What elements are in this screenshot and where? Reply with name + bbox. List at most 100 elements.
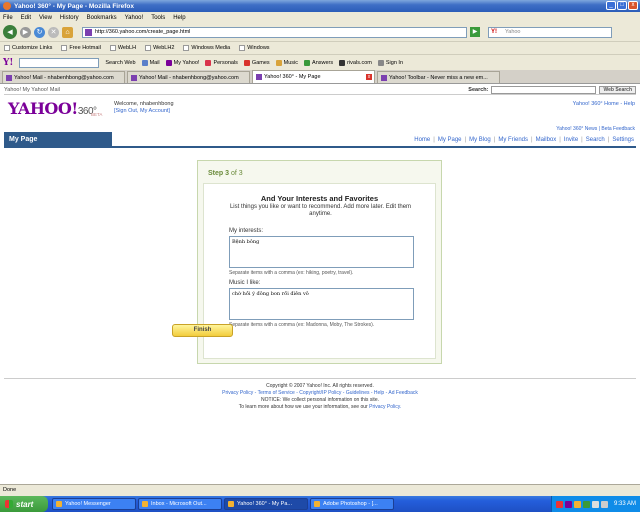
bookmark-item[interactable]: Free Hotmail <box>61 45 101 51</box>
page-icon <box>239 45 246 51</box>
welcome-block: Welcome, nhabenhbong [Sign Out, My Accou… <box>114 101 174 115</box>
privacy-notice: NOTICE: We collect personal information … <box>260 397 379 403</box>
web-search-input[interactable] <box>491 86 597 94</box>
menu-bookmarks[interactable]: Bookmarks <box>87 15 117 21</box>
nav-home[interactable]: Home <box>414 137 430 143</box>
search-label: Search: <box>468 87 489 93</box>
bookmarks-toolbar: Customize Links Free Hotmail WebLH WebLH… <box>0 41 640 54</box>
task-outlook[interactable]: Inbox - Microsoft Out... <box>138 498 222 510</box>
nav-search[interactable]: Search <box>586 137 605 143</box>
maximize-button[interactable]: □ <box>617 1 627 10</box>
yt-music[interactable]: Music <box>275 59 298 66</box>
close-button[interactable]: x <box>628 1 638 10</box>
yt-personals[interactable]: Personals <box>205 59 238 66</box>
reload-icon[interactable]: ↻ <box>34 26 45 38</box>
menu-yahoo[interactable]: Yahoo! <box>125 15 144 21</box>
footer-links[interactable]: Privacy Policy - Terms of Service - Copy… <box>0 390 640 397</box>
page-icon <box>4 45 10 51</box>
nav-settings[interactable]: Settings <box>612 137 634 143</box>
bookmark-item[interactable]: Windows Media <box>183 45 230 51</box>
bookmark-item[interactable]: WebLH2 <box>145 45 174 51</box>
task-photoshop[interactable]: Adobe Photoshop - [... <box>310 498 394 510</box>
menu-tools[interactable]: Tools <box>151 15 165 21</box>
footer-divider <box>4 378 636 379</box>
yt-sign-in[interactable]: Sign In <box>377 59 403 66</box>
yt-games[interactable]: Games <box>243 59 270 66</box>
yahoo-toolbar-search-input[interactable] <box>19 57 100 68</box>
copyright-text: Copyright © 2007 Yahoo! Inc. All rights … <box>266 383 374 389</box>
tab-yahoo-360[interactable]: Yahoo! 360° - My Page x <box>252 70 375 83</box>
top-links[interactable]: Yahoo! 360° Home - Help <box>573 101 635 107</box>
tray-icon[interactable] <box>573 500 581 508</box>
status-bar: Done <box>0 484 640 496</box>
step-heading: And Your Interests and Favorites <box>260 194 379 203</box>
page-icon <box>61 45 68 51</box>
answers-icon <box>304 59 311 66</box>
tab-yahoo-mail-2[interactable]: Yahoo! Mail - nhabenhbong@yahoo.com <box>127 71 250 83</box>
yt-answers[interactable]: Answers <box>304 59 333 66</box>
privacy-learn-more: To learn more about how we use your info… <box>238 404 402 410</box>
back-arrow-icon[interactable]: ◀ <box>3 25 17 39</box>
yt-my-yahoo[interactable]: My Yahoo! <box>165 59 199 66</box>
url-input[interactable]: http://360.yahoo.com/create_page.html <box>82 26 467 38</box>
nav-mailbox[interactable]: Mailbox <box>536 137 557 143</box>
browser-search-input[interactable]: Yahoo <box>488 26 612 38</box>
menu-help[interactable]: Help <box>173 15 185 21</box>
tab-close-icon[interactable]: x <box>366 74 372 80</box>
yahoo-360-logo[interactable]: YAHOO!360° <box>8 99 97 118</box>
menu-file[interactable]: File <box>3 15 13 21</box>
menu-edit[interactable]: Edit <box>21 15 31 21</box>
tray-icon[interactable] <box>591 500 599 508</box>
volume-icon[interactable] <box>600 500 608 508</box>
yahoo-toolbar-logo[interactable]: Y! <box>3 58 13 68</box>
task-yahoo-messenger[interactable]: Yahoo! Messenger <box>52 498 136 510</box>
music-textarea[interactable]: chờ hồi ý đông bon rồi điên vô <box>229 288 414 320</box>
nav-my-friends[interactable]: My Friends <box>498 137 528 143</box>
mypage-title: My Page <box>4 132 112 147</box>
forward-arrow-icon[interactable]: ▶ <box>20 26 31 38</box>
finish-button[interactable]: Finish <box>172 324 233 337</box>
account-links[interactable]: [Sign Out, My Account] <box>114 108 174 115</box>
yahoo-toolbar: Y! Search Web Mail My Yahoo! Personals G… <box>0 54 640 70</box>
news-feedback-links[interactable]: Yahoo! 360° News | Beta Feedback <box>556 126 635 132</box>
web-page: Yahoo! My Yahoo! Mail Search: Web Search… <box>0 84 640 484</box>
heart-icon <box>205 59 212 66</box>
mail-icon <box>141 59 148 66</box>
tray-icon[interactable] <box>582 500 590 508</box>
stop-icon[interactable]: ✕ <box>48 26 59 38</box>
task-firefox[interactable]: Yahoo! 360° - My Pa... <box>224 498 308 510</box>
tab-yahoo-mail-1[interactable]: Yahoo! Mail - nhabenhbong@yahoo.com <box>2 71 125 83</box>
bookmark-item[interactable]: WebLH <box>109 45 136 51</box>
navigation-toolbar: ◀ ▶ ↻ ✕ ⌂ http://360.yahoo.com/create_pa… <box>0 23 640 41</box>
sign-in-icon <box>377 59 384 66</box>
page-icon <box>109 45 116 51</box>
yt-mail[interactable]: Mail <box>141 59 160 66</box>
privacy-policy-link[interactable]: Privacy Policy. <box>369 404 401 410</box>
nav-my-blog[interactable]: My Blog <box>469 137 491 143</box>
yt-rivals[interactable]: rivals.com <box>339 59 372 66</box>
step-form: And Your Interests and Favorites List th… <box>203 183 436 359</box>
tray-icon[interactable] <box>555 500 563 508</box>
page-nav-links: Home | My Page | My Blog | My Friends | Mail… <box>414 136 634 143</box>
home-icon[interactable]: ⌂ <box>62 26 73 38</box>
page-icon <box>183 45 190 51</box>
web-search-button[interactable]: Web Search <box>599 86 636 94</box>
minimize-button[interactable]: _ <box>606 1 616 10</box>
tab-yahoo-toolbar[interactable]: Yahoo! Toolbar - Never miss a new em... <box>377 71 500 83</box>
menu-view[interactable]: View <box>39 15 52 21</box>
tray-icon[interactable] <box>564 500 572 508</box>
start-button[interactable]: start <box>0 496 48 512</box>
menu-history[interactable]: History <box>60 15 79 21</box>
windows-logo-icon <box>5 500 13 508</box>
go-button[interactable]: ▶ <box>470 27 480 37</box>
interests-label: My interests: <box>229 228 264 234</box>
system-tray: 9:33 AM <box>550 496 640 512</box>
header-links[interactable]: Yahoo! My Yahoo! Mail <box>4 87 60 93</box>
clock: 9:33 AM <box>613 501 636 507</box>
bookmark-item[interactable]: Customize Links <box>4 45 52 51</box>
bookmark-item[interactable]: Windows <box>239 45 270 51</box>
nav-invite[interactable]: Invite <box>564 137 578 143</box>
nav-my-page[interactable]: My Page <box>438 137 462 143</box>
yt-search-web[interactable]: Search Web <box>105 60 135 66</box>
interests-textarea[interactable]: Bệnh bông <box>229 236 414 268</box>
